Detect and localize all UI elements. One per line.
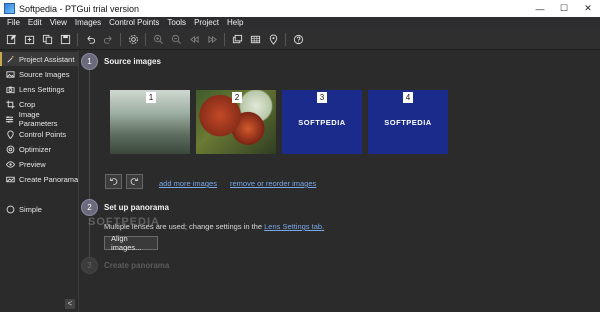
zoom-out-icon[interactable]	[169, 32, 183, 46]
sidebar-item-control-points[interactable]: Control Points	[0, 127, 79, 141]
image-number: 3	[317, 92, 327, 103]
menu-file[interactable]: File	[3, 17, 24, 29]
settings-icon[interactable]	[126, 32, 140, 46]
copy-icon[interactable]	[40, 32, 54, 46]
step-1-badge: 1	[81, 53, 98, 70]
image-icon	[5, 69, 15, 79]
softpedia-logo-text: SOFTPEDIA	[384, 117, 432, 127]
close-button[interactable]: ✕	[576, 0, 600, 17]
sidebar-item-preview[interactable]: Preview	[0, 157, 79, 171]
step-2-badge: 2	[81, 199, 98, 216]
circle-icon	[5, 204, 15, 214]
target-icon	[5, 144, 15, 154]
sidebar-item-label: Image Parameters	[18, 110, 58, 128]
sliders-icon	[5, 114, 15, 124]
location-pin-icon[interactable]	[266, 32, 280, 46]
toolbar-separator	[285, 32, 286, 46]
menu-images[interactable]: Images	[71, 17, 105, 29]
sidebar-item-simple[interactable]: Simple	[0, 202, 79, 216]
app-icon	[4, 3, 15, 14]
title-bar: Softpedia - PTGui trial version — ☐ ✕	[0, 0, 600, 17]
toolbar-separator	[120, 32, 121, 46]
window-controls: — ☐ ✕	[528, 0, 600, 17]
image-number: 2	[232, 92, 242, 103]
new-project-icon[interactable]	[4, 32, 18, 46]
menu-edit[interactable]: Edit	[24, 17, 46, 29]
panorama-icon	[5, 174, 15, 184]
camera-icon	[5, 84, 15, 94]
add-more-images-link[interactable]: add more images	[159, 179, 217, 188]
menu-help[interactable]: Help	[223, 17, 247, 29]
image-thumbnail-2[interactable]: 2	[196, 90, 276, 154]
toolbar-separator	[145, 32, 146, 46]
pin-icon	[5, 129, 15, 139]
sidebar-item-label: Preview	[19, 159, 46, 169]
rotate-right-icon	[130, 178, 138, 185]
redo-icon[interactable]	[101, 32, 115, 46]
forward-icon[interactable]	[205, 32, 219, 46]
table-icon[interactable]	[248, 32, 262, 46]
minimize-button[interactable]: —	[528, 0, 552, 17]
sidebar-item-label: Source Images	[19, 69, 70, 79]
sidebar-item-label: Simple	[19, 204, 42, 214]
collapse-sidebar-button[interactable]: <	[65, 299, 75, 309]
sidebar-item-label: Control Points	[19, 129, 67, 139]
toolbar-separator	[77, 32, 78, 46]
menu-project[interactable]: Project	[190, 17, 223, 29]
rotate-left-button[interactable]	[105, 174, 122, 189]
sidebar-item-project-assistant[interactable]: Project Assistant	[0, 52, 79, 66]
menu-view[interactable]: View	[46, 17, 71, 29]
rewind-icon[interactable]	[187, 32, 201, 46]
sidebar-item-lens-settings[interactable]: Lens Settings	[0, 82, 79, 96]
image-thumbnail-1[interactable]: 1	[110, 90, 190, 154]
toolbar-separator	[224, 32, 225, 46]
lens-settings-tab-link[interactable]: Lens Settings tab.	[264, 222, 324, 231]
image-number: 1	[146, 92, 156, 103]
step-1-title: Source images	[104, 57, 161, 66]
rotate-left-icon	[110, 178, 118, 185]
align-images-button[interactable]: Align images...	[104, 234, 158, 252]
eye-icon	[5, 159, 15, 169]
panorama-editor-icon[interactable]	[230, 32, 244, 46]
menu-control-points[interactable]: Control Points	[105, 17, 163, 29]
step-3-badge: 3	[81, 257, 98, 274]
softpedia-watermark: SOFTPEDIA	[88, 216, 160, 228]
remove-reorder-images-link[interactable]: remove or reorder images	[230, 179, 316, 188]
sidebar-item-optimizer[interactable]: Optimizer	[0, 142, 79, 156]
project-assistant-panel: 1 Source images 1 2 3 SOFTPEDIA 4 SOFTPE…	[80, 50, 600, 312]
sidebar: Project Assistant Source Images Lens Set…	[0, 50, 79, 312]
sidebar-item-label: Lens Settings	[19, 84, 65, 94]
image-number: 4	[403, 92, 413, 103]
crop-icon	[5, 99, 15, 109]
softpedia-logo-text: SOFTPEDIA	[298, 117, 346, 127]
magic-wand-icon	[5, 54, 15, 64]
window-title: Softpedia - PTGui trial version	[19, 3, 140, 14]
open-project-icon[interactable]	[22, 32, 36, 46]
sidebar-item-create-panorama[interactable]: Create Panorama	[0, 172, 79, 186]
sidebar-item-label: Optimizer	[19, 144, 52, 154]
sidebar-item-label: Crop	[19, 99, 36, 109]
sidebar-item-source-images[interactable]: Source Images	[0, 67, 79, 81]
toolbar	[0, 29, 600, 50]
maximize-button[interactable]: ☐	[552, 0, 576, 17]
rotate-right-button[interactable]	[126, 174, 143, 189]
menu-tools[interactable]: Tools	[163, 17, 190, 29]
zoom-in-icon[interactable]	[151, 32, 165, 46]
sidebar-item-label: Project Assistant	[19, 54, 75, 64]
undo-icon[interactable]	[83, 32, 97, 46]
step-connector	[89, 70, 90, 200]
help-icon[interactable]	[291, 32, 305, 46]
image-thumbnail-3[interactable]: 3 SOFTPEDIA	[282, 90, 362, 154]
step-3-title: Create panorama	[104, 261, 170, 270]
menu-bar: File Edit View Images Control Points Too…	[0, 17, 600, 29]
image-thumbnail-4[interactable]: 4 SOFTPEDIA	[368, 90, 448, 154]
sidebar-item-label: Create Panorama	[19, 174, 79, 184]
sidebar-item-image-parameters[interactable]: Image Parameters	[0, 110, 79, 128]
step-2-title: Set up panorama	[104, 203, 169, 212]
sidebar-item-crop[interactable]: Crop	[0, 97, 79, 111]
save-icon[interactable]	[58, 32, 72, 46]
